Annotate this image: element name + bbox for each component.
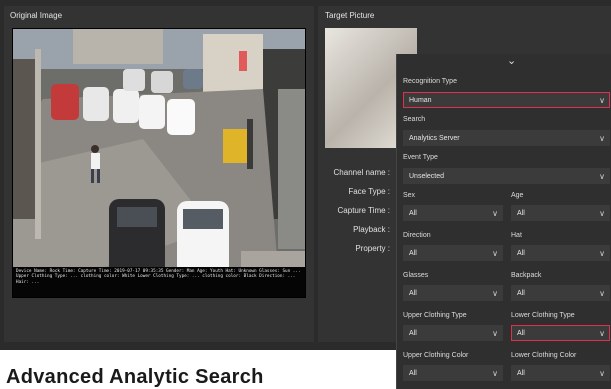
glasses-label: Glasses bbox=[403, 272, 429, 279]
backpack-select[interactable]: All ∨ bbox=[511, 285, 610, 301]
lower-clothing-type-select[interactable]: All ∨ bbox=[511, 325, 610, 341]
chevron-down-icon: ∨ bbox=[599, 369, 605, 378]
parking-lot-scene bbox=[13, 29, 305, 297]
capture-time-label: Capture Time : bbox=[337, 206, 390, 215]
chevron-down-icon: ∨ bbox=[599, 289, 605, 298]
chevron-down-icon: ∨ bbox=[492, 209, 498, 218]
page-heading: Advanced Analytic Search bbox=[6, 366, 264, 388]
direction-select[interactable]: All ∨ bbox=[403, 245, 503, 261]
event-type-label: Event Type bbox=[403, 154, 438, 161]
target-picture-title: Target Picture bbox=[325, 11, 375, 20]
chevron-down-icon: ∨ bbox=[492, 369, 498, 378]
age-select[interactable]: All ∨ bbox=[511, 205, 610, 221]
glasses-select[interactable]: All ∨ bbox=[403, 285, 503, 301]
direction-label: Direction bbox=[403, 232, 431, 239]
chevron-down-icon[interactable]: ⌄ bbox=[507, 54, 516, 67]
upper-clothing-color-select[interactable]: All ∨ bbox=[403, 365, 503, 381]
sex-label: Sex bbox=[403, 192, 416, 199]
upper-clothing-type-value: All bbox=[409, 330, 417, 337]
direction-value: All bbox=[409, 250, 417, 257]
original-image-panel: Original Image Device Name: Rock Time: C… bbox=[4, 6, 314, 342]
chevron-down-icon: ∨ bbox=[599, 249, 605, 258]
recognition-type-select[interactable]: Human ∨ bbox=[403, 92, 610, 108]
chevron-down-icon: ∨ bbox=[599, 209, 605, 218]
search-label: Search bbox=[403, 116, 426, 123]
chevron-down-icon: ∨ bbox=[599, 96, 605, 105]
hat-label: Hat bbox=[511, 232, 522, 239]
channel-name-label: Channel name : bbox=[333, 168, 390, 177]
chevron-down-icon: ∨ bbox=[492, 329, 498, 338]
age-label: Age bbox=[511, 192, 524, 199]
glasses-value: All bbox=[409, 290, 417, 297]
upper-clothing-color-label: Upper Clothing Color bbox=[403, 352, 469, 359]
hat-select[interactable]: All ∨ bbox=[511, 245, 610, 261]
face-type-label: Face Type : bbox=[348, 187, 390, 196]
image-metadata-caption: Device Name: Rock Time: Capture Time: 20… bbox=[13, 267, 305, 297]
hat-value: All bbox=[517, 250, 525, 257]
upper-clothing-type-label: Upper Clothing Type bbox=[403, 312, 467, 319]
age-value: All bbox=[517, 210, 525, 217]
lower-clothing-color-value: All bbox=[517, 370, 525, 377]
event-type-select[interactable]: Unselected ∨ bbox=[403, 168, 610, 184]
recognition-type-label: Recognition Type bbox=[403, 78, 457, 85]
chevron-down-icon: ∨ bbox=[599, 329, 605, 338]
property-label: Property : bbox=[355, 244, 390, 253]
lower-clothing-type-value: All bbox=[517, 330, 525, 337]
playback-label: Playback : bbox=[353, 225, 390, 234]
upper-clothing-color-value: All bbox=[409, 370, 417, 377]
chevron-down-icon: ∨ bbox=[492, 289, 498, 298]
chevron-down-icon: ∨ bbox=[599, 134, 605, 143]
upper-clothing-type-select[interactable]: All ∨ bbox=[403, 325, 503, 341]
sex-select[interactable]: All ∨ bbox=[403, 205, 503, 221]
lower-clothing-type-label: Lower Clothing Type bbox=[511, 312, 575, 319]
original-image[interactable]: Device Name: Rock Time: Capture Time: 20… bbox=[12, 28, 306, 298]
search-select[interactable]: Analytics Server ∨ bbox=[403, 130, 610, 146]
lower-clothing-color-select[interactable]: All ∨ bbox=[511, 365, 610, 381]
original-image-title: Original Image bbox=[10, 11, 63, 20]
backpack-value: All bbox=[517, 290, 525, 297]
chevron-down-icon: ∨ bbox=[599, 172, 605, 181]
backpack-label: Backpack bbox=[511, 272, 542, 279]
sex-value: All bbox=[409, 210, 417, 217]
chevron-down-icon: ∨ bbox=[492, 249, 498, 258]
search-filter-panel: ⌄ Recognition Type Human ∨ Search Analyt… bbox=[396, 54, 611, 389]
event-type-value: Unselected bbox=[409, 173, 445, 180]
recognition-type-value: Human bbox=[409, 97, 432, 104]
search-value: Analytics Server bbox=[409, 135, 460, 142]
lower-clothing-color-label: Lower Clothing Color bbox=[511, 352, 577, 359]
target-fields: Channel name : Face Type : Capture Time … bbox=[318, 163, 390, 258]
